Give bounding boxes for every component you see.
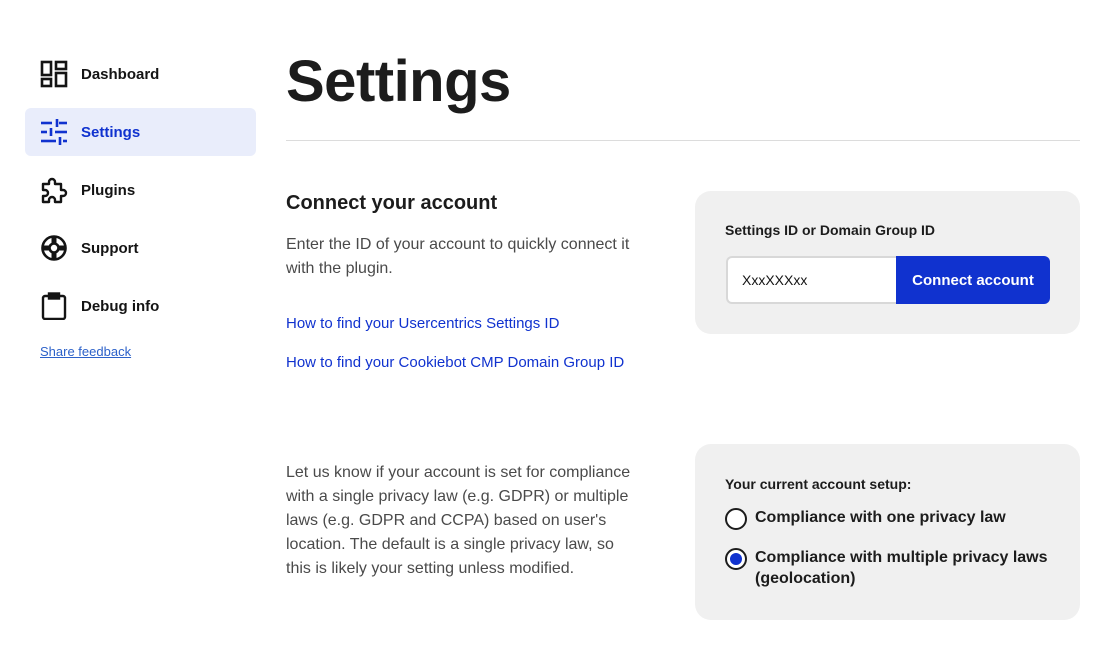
- sidebar-item-settings[interactable]: Settings: [25, 108, 256, 156]
- compliance-description: Let us know if your account is set for c…: [286, 464, 631, 577]
- sidebar-item-dashboard[interactable]: Dashboard: [25, 50, 256, 98]
- usercentrics-help-link[interactable]: How to find your Usercentrics Settings I…: [286, 314, 636, 334]
- account-setup-label: Your current account setup:: [725, 476, 912, 492]
- cookiebot-help-link[interactable]: How to find your Cookiebot CMP Domain Gr…: [286, 353, 636, 373]
- connect-section-title: Connect your account: [286, 192, 498, 214]
- page-title: Settings: [286, 49, 511, 114]
- connect-account-card: Settings ID or Domain Group ID Connect a…: [695, 191, 1080, 334]
- dashboard-icon: [39, 59, 69, 89]
- connect-description: Enter the ID of your account to quickly …: [286, 236, 630, 277]
- sidebar-item-label: Settings: [81, 123, 141, 141]
- sidebar-item-debug-info[interactable]: Debug info: [25, 282, 256, 330]
- clipboard-icon: [39, 291, 69, 321]
- settings-id-input[interactable]: [726, 256, 896, 304]
- radio-dot: [730, 553, 742, 565]
- radio-button-checked[interactable]: [725, 548, 747, 570]
- radio-option-multiple-laws[interactable]: Compliance with multiple privacy laws (g…: [725, 547, 1065, 589]
- sidebar-item-plugins[interactable]: Plugins: [25, 166, 256, 214]
- share-feedback-link[interactable]: Share feedback: [40, 344, 131, 359]
- title-divider: [286, 140, 1080, 141]
- connect-account-button[interactable]: Connect account: [896, 256, 1050, 304]
- radio-label: Compliance with multiple privacy laws (g…: [755, 549, 1048, 587]
- radio-button[interactable]: [725, 508, 747, 530]
- account-setup-card: Your current account setup: Compliance w…: [695, 444, 1080, 620]
- radio-option-one-law[interactable]: Compliance with one privacy law: [725, 507, 1065, 530]
- sidebar-item-label: Plugins: [81, 181, 136, 199]
- radio-label: Compliance with one privacy law: [755, 509, 1006, 526]
- sidebar-item-label: Debug info: [81, 297, 160, 315]
- settings-id-label: Settings ID or Domain Group ID: [725, 222, 936, 238]
- sliders-icon: [39, 117, 69, 147]
- sidebar-item-label: Support: [81, 239, 139, 257]
- puzzle-icon: [39, 175, 69, 205]
- lifebuoy-icon: [39, 233, 69, 263]
- sidebar: Dashboard Settings Plugins Support Debug…: [25, 50, 256, 361]
- sidebar-item-support[interactable]: Support: [25, 224, 256, 272]
- sidebar-item-label: Dashboard: [81, 65, 160, 83]
